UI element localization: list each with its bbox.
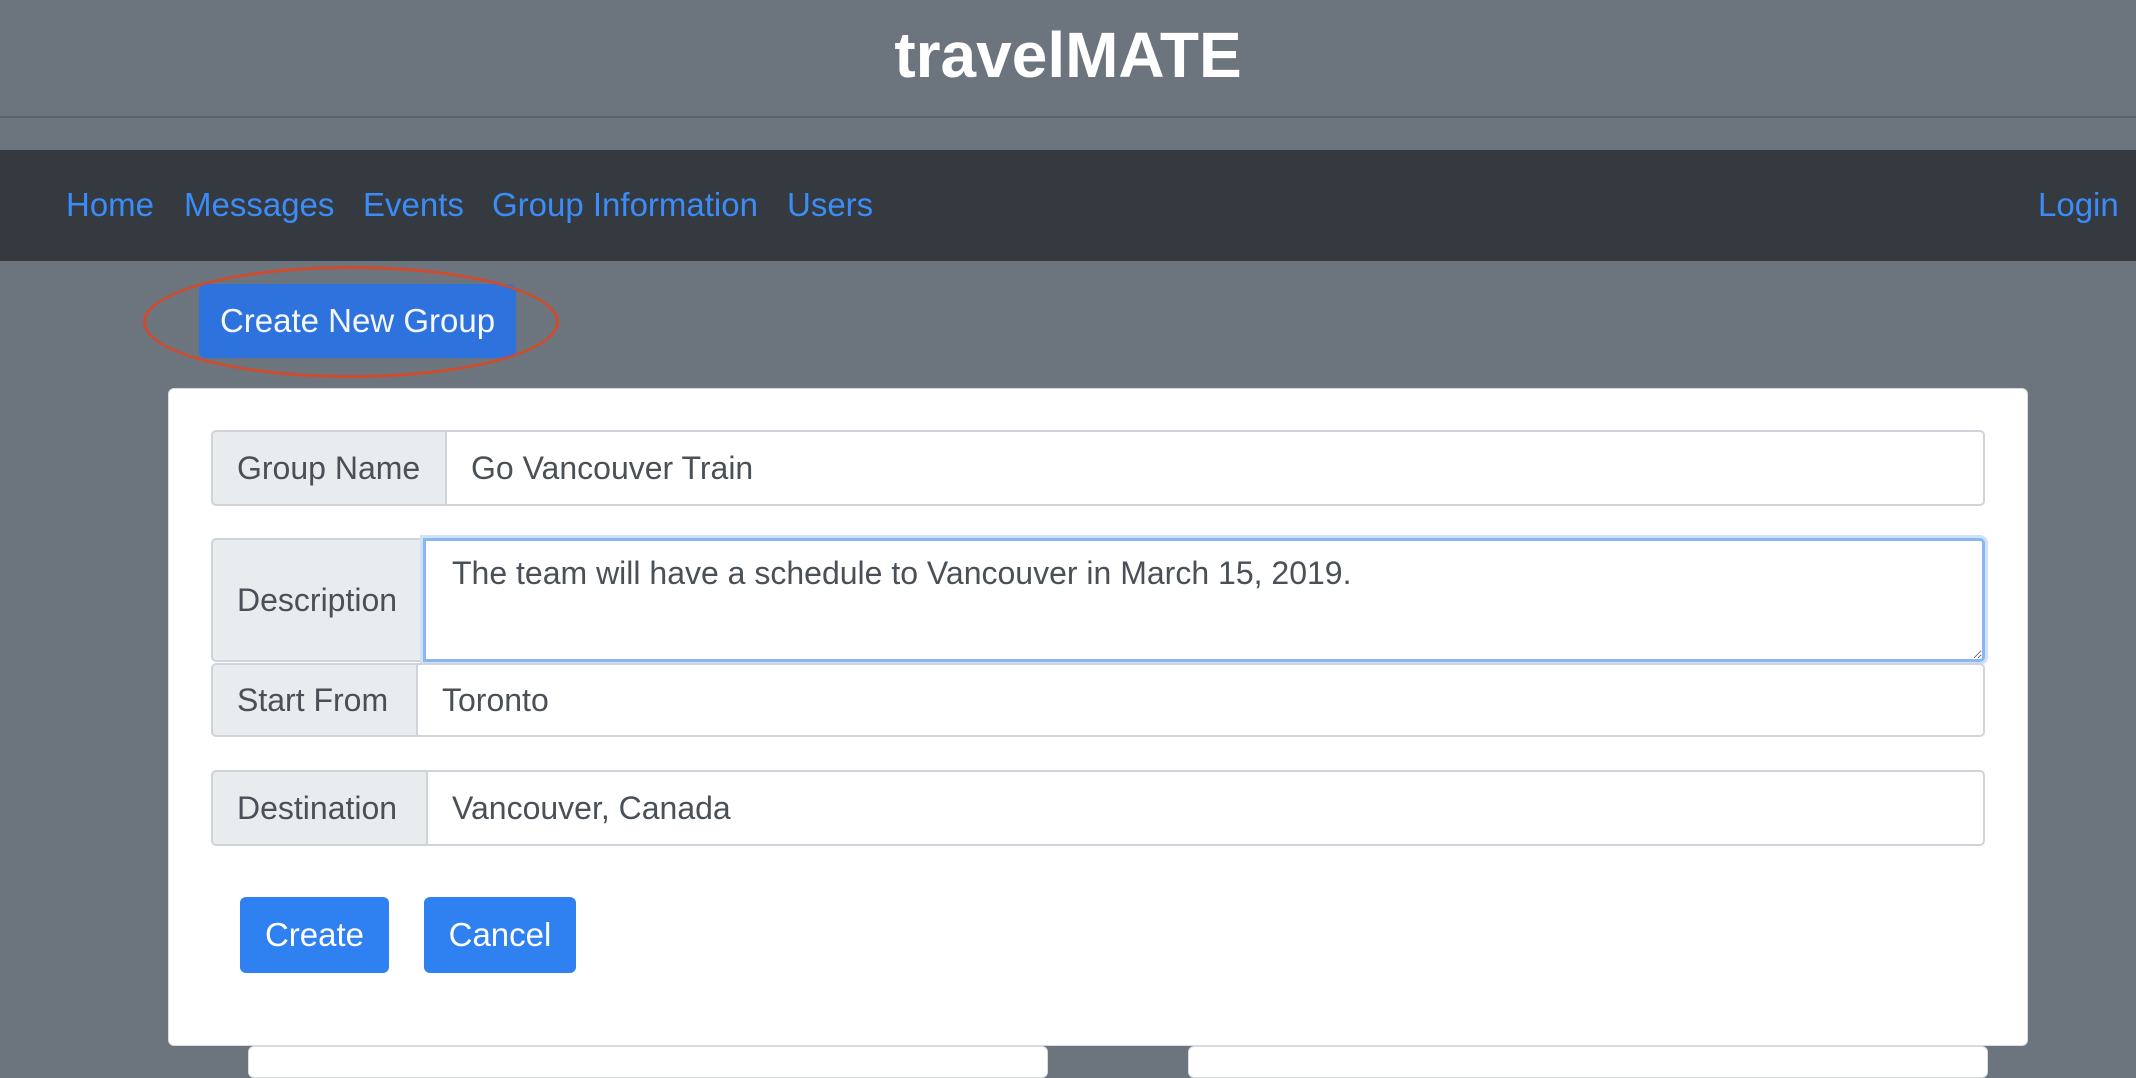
nav-group-information-link[interactable]: Group Information	[492, 186, 758, 224]
cancel-button[interactable]: Cancel	[424, 897, 576, 973]
description-label: Description	[211, 538, 423, 662]
description-textarea[interactable]: The team will have a schedule to Vancouv…	[423, 538, 1985, 662]
create-group-form-card: Group Name Description The team will hav…	[168, 388, 2028, 1046]
start-from-input[interactable]	[416, 663, 1985, 737]
lower-card-left	[248, 1046, 1048, 1078]
create-new-group-button[interactable]: Create New Group	[199, 284, 516, 358]
start-from-input-group: Start From	[211, 663, 1985, 737]
nav-messages-link[interactable]: Messages	[184, 186, 334, 224]
lower-card-right	[1188, 1046, 1988, 1078]
nav-events-link[interactable]: Events	[363, 186, 464, 224]
group-name-input-group: Group Name	[211, 430, 1985, 506]
nav-home-link[interactable]: Home	[66, 186, 154, 224]
nav-users-link[interactable]: Users	[787, 186, 873, 224]
main-navbar: Home Messages Events Group Information U…	[0, 150, 2136, 261]
brand-title: travelMATE	[894, 19, 1242, 91]
destination-input[interactable]	[426, 770, 1985, 846]
description-input-group: Description The team will have a schedul…	[211, 538, 1985, 662]
nav-login-link[interactable]: Login	[2038, 186, 2119, 224]
create-button[interactable]: Create	[240, 897, 389, 973]
brand-header: travelMATE	[0, 0, 2136, 118]
group-name-input[interactable]	[445, 430, 1985, 506]
destination-input-group: Destination	[211, 770, 1985, 846]
destination-label: Destination	[211, 770, 426, 846]
group-name-label: Group Name	[211, 430, 445, 506]
start-from-label: Start From	[211, 663, 416, 737]
